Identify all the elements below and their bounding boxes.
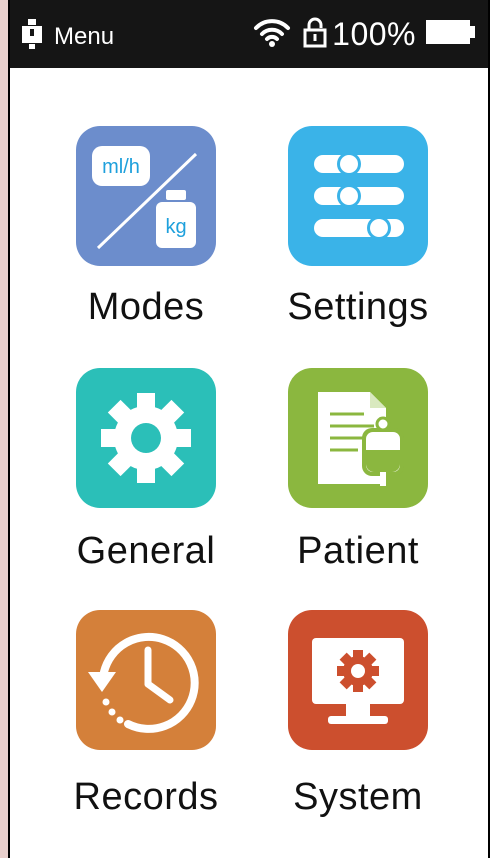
screen: Menu 100% ml/h kg Modes Settings General… (10, 0, 488, 858)
battery-percent: 100% (332, 16, 416, 52)
modes-icon (92, 146, 198, 250)
modes-button[interactable]: ml/h kg (76, 126, 216, 266)
monitor-gear-icon (312, 638, 404, 724)
patient-record-icon (318, 392, 404, 486)
records-label: Records (73, 776, 219, 818)
settings-button[interactable] (288, 126, 428, 266)
device-frame: Menu 100% ml/h kg Modes Settings General… (8, 0, 490, 858)
sliders-icon (314, 152, 404, 240)
general-label: General (76, 530, 216, 572)
history-icon (88, 632, 199, 733)
patient-button[interactable] (288, 368, 428, 508)
battery-icon (426, 18, 476, 51)
status-right: 100% (252, 16, 476, 53)
device-icon (20, 18, 44, 55)
system-button[interactable] (288, 610, 428, 750)
gear-icon (101, 393, 191, 483)
modes-label: Modes (87, 286, 205, 328)
system-label: System (293, 776, 423, 818)
lock-icon (302, 16, 328, 53)
records-button[interactable] (76, 610, 216, 750)
status-title: Menu (54, 22, 115, 50)
status-left: Menu (20, 18, 114, 55)
general-button[interactable] (76, 368, 216, 508)
wifi-icon (252, 16, 292, 53)
modes-rate-label: ml/h (102, 156, 140, 178)
status-bar: Menu 100% (10, 0, 488, 68)
settings-label: Settings (287, 286, 429, 328)
patient-label: Patient (297, 530, 419, 572)
modes-weight-label: kg (165, 216, 187, 238)
